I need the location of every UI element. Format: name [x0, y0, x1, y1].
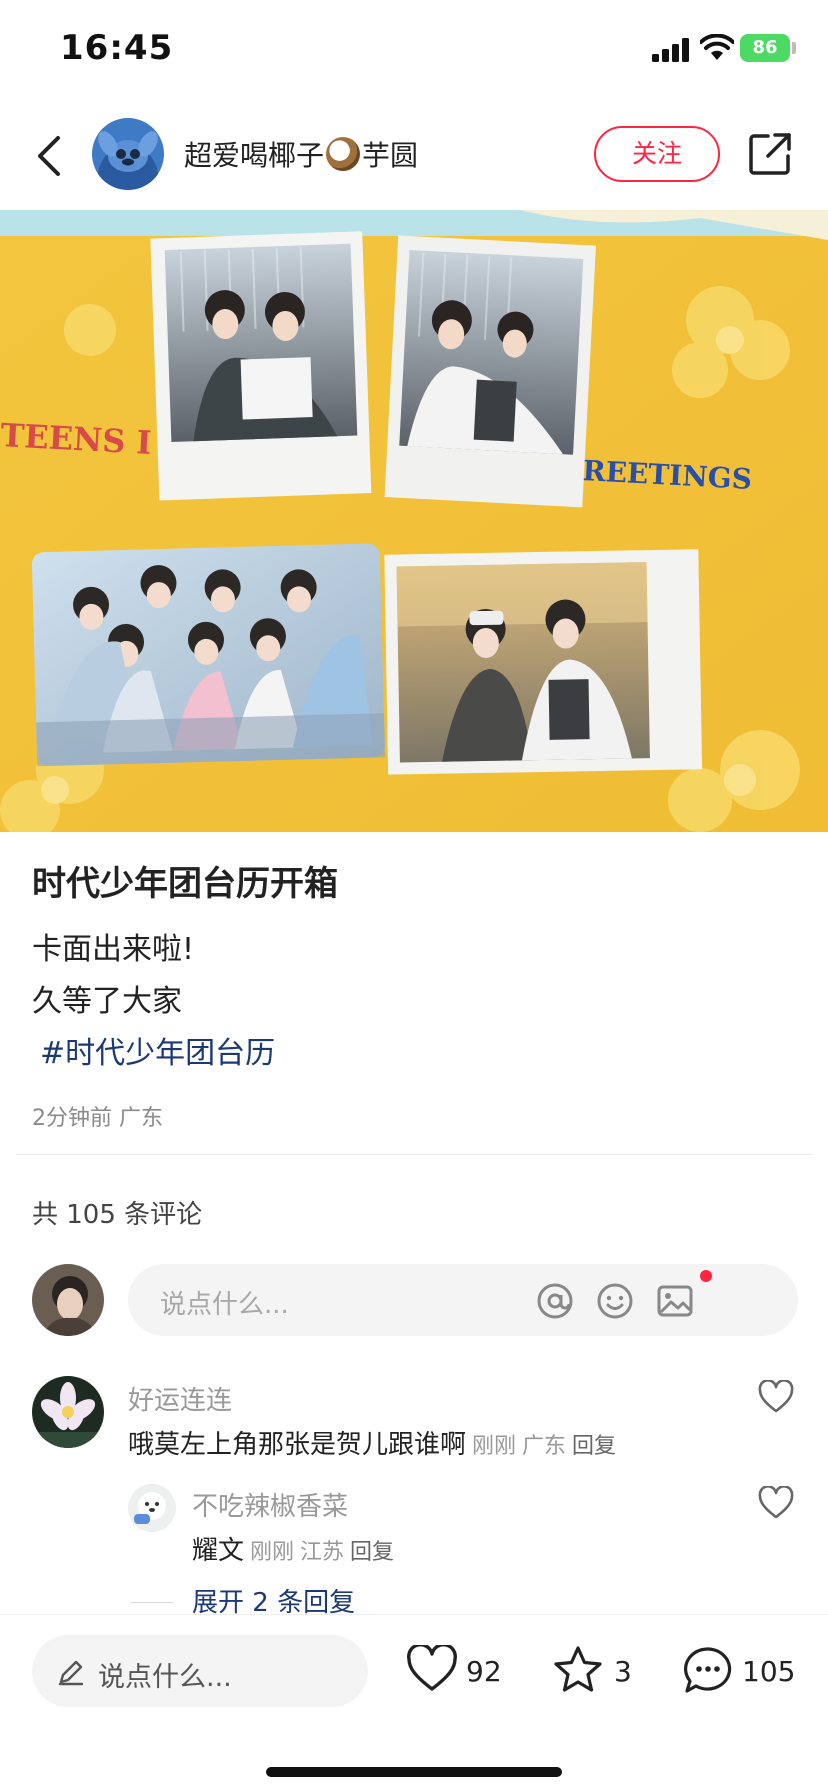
like-button[interactable]: 92: [406, 1645, 516, 1697]
my-avatar: [32, 1264, 104, 1336]
post-meta: 2分钟前 广东: [32, 1106, 163, 1131]
follow-button[interactable]: 关注: [594, 126, 720, 182]
home-indicator: [266, 1767, 562, 1777]
replier-name[interactable]: 不吃辣椒香菜: [192, 1486, 348, 1523]
battery-tip: [792, 42, 796, 54]
comment-input-placeholder: 说点什么...: [160, 1290, 289, 1320]
comment-time: 刚刚: [472, 1434, 517, 1459]
comment-input[interactable]: 说点什么...: [128, 1264, 798, 1336]
reply-button[interactable]: 回复: [350, 1540, 394, 1565]
star-icon: [554, 1646, 602, 1692]
expand-divider: [130, 1602, 174, 1603]
post-photo[interactable]: TEENS I REETINGS: [0, 210, 828, 832]
reply-body: 耀文: [192, 1536, 245, 1566]
notification-dot: [700, 1270, 712, 1282]
reply-time: 刚刚: [250, 1540, 295, 1565]
comment-text: 哦莫左上角那张是贺儿跟谁啊 刚刚 广东 回复: [128, 1424, 616, 1461]
post-text-line: 久等了大家: [32, 984, 182, 1019]
author-name-text: 超爱喝椰子: [184, 139, 325, 172]
divider: [16, 1154, 812, 1155]
author-name[interactable]: 超爱喝椰子 芋圆: [184, 134, 418, 174]
coconut-icon: [326, 137, 361, 171]
wifi-icon: [700, 34, 734, 60]
image-icon[interactable]: [656, 1282, 694, 1320]
heart-icon: [407, 1645, 457, 1691]
favorite-button[interactable]: 3: [552, 1645, 642, 1697]
emoji-icon[interactable]: [596, 1282, 634, 1320]
pen-icon: [58, 1660, 84, 1686]
author-name-suffix: 芋圆: [362, 139, 419, 172]
back-icon[interactable]: [30, 128, 70, 184]
reply-button[interactable]: 回复: [572, 1434, 616, 1459]
like-count: 92: [466, 1655, 502, 1688]
post-header: 超爱喝椰子 芋圆 关注: [0, 104, 828, 210]
status-bar: 16:45 86: [0, 0, 828, 100]
like-reply-icon[interactable]: [758, 1486, 794, 1520]
favorite-count: 3: [614, 1655, 632, 1688]
comment-total: 105: [742, 1655, 796, 1688]
at-icon[interactable]: [536, 1282, 574, 1320]
bottom-bar: 说点什么... 92 3 105: [0, 1614, 828, 1792]
hashtag-link[interactable]: #时代少年团台历: [40, 1028, 275, 1072]
author-avatar[interactable]: [92, 118, 164, 190]
reply-location: 江苏: [300, 1540, 345, 1565]
status-time: 16:45: [60, 28, 174, 68]
post-title: 时代少年团台历开箱: [32, 864, 338, 904]
commenter-name[interactable]: 好运连连: [128, 1380, 232, 1417]
commenter-avatar[interactable]: [32, 1376, 104, 1448]
comment-body: 哦莫左上角那张是贺儿跟谁啊: [128, 1430, 467, 1460]
signal-icon: [652, 38, 689, 62]
comment-count: 共 105 条评论: [32, 1200, 203, 1230]
post-text-line: 卡面出来啦!: [32, 932, 195, 967]
folder-text-left: TEENS I: [0, 416, 152, 462]
like-comment-icon[interactable]: [758, 1380, 794, 1414]
replier-avatar[interactable]: [128, 1484, 176, 1532]
reply-text: 耀文 刚刚 江苏 回复: [192, 1530, 394, 1567]
battery-level: 86: [740, 34, 790, 62]
comment-button[interactable]: 105: [682, 1645, 812, 1697]
comment-location: 广东: [522, 1434, 567, 1459]
bottom-input-placeholder: 说点什么...: [98, 1662, 232, 1693]
share-icon[interactable]: [748, 132, 792, 176]
comment-bubble-icon: [684, 1647, 732, 1693]
bottom-comment-input[interactable]: 说点什么...: [32, 1635, 368, 1707]
